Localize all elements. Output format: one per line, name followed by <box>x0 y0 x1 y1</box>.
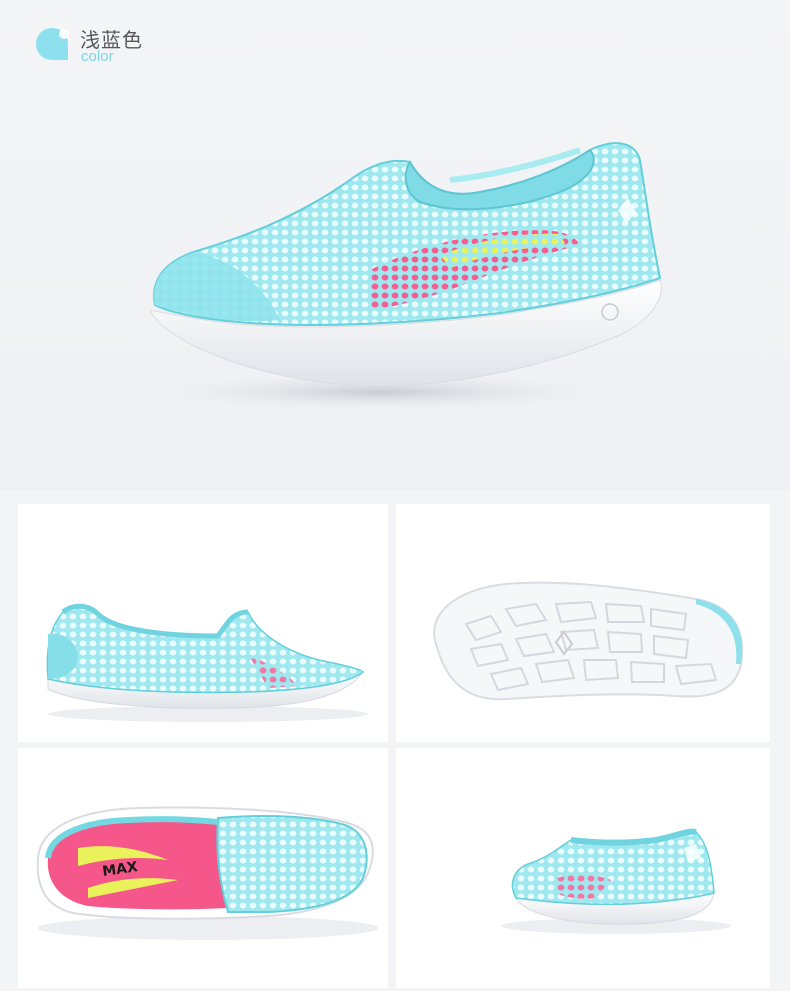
color-label: color <box>81 48 114 65</box>
product-photo-grid: MAX <box>18 504 770 988</box>
photo-tile-rear-angle <box>396 748 770 988</box>
shoe-outsole-image <box>433 581 744 701</box>
photo-tile-top-down: MAX <box>18 748 388 988</box>
hero-product-photo-area: 浅蓝色 color <box>0 0 790 490</box>
shoe-top-down-image: MAX <box>36 806 378 940</box>
shoe-hero-image <box>130 142 662 412</box>
shoe-rear-angle-image <box>501 828 731 934</box>
shoe-side-profile-image <box>46 603 368 722</box>
color-swatch-icon <box>36 28 69 60</box>
photo-tile-side-profile <box>18 504 388 742</box>
photo-tile-outsole <box>396 504 770 742</box>
